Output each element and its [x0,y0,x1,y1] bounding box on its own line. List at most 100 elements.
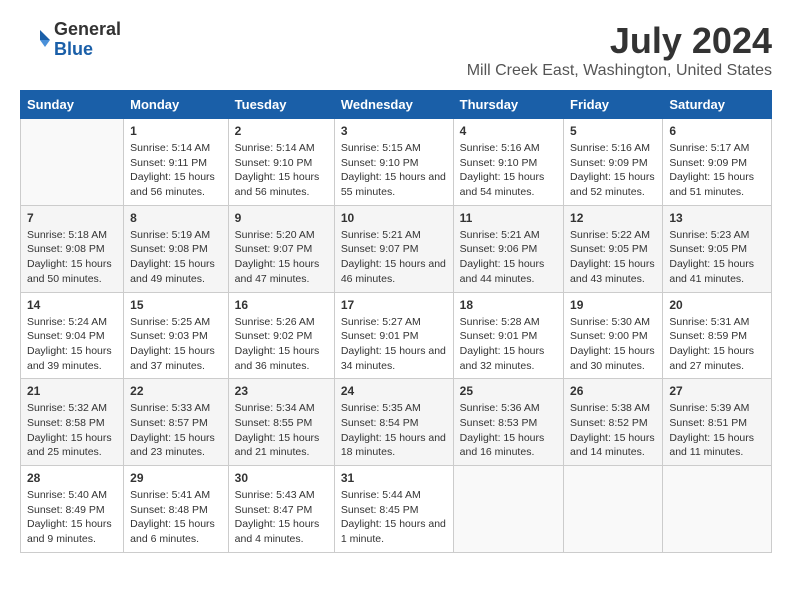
day-number: 3 [341,124,447,138]
column-header-friday: Friday [564,91,663,119]
day-cell: 1 Sunrise: 5:14 AMSunset: 9:11 PMDaylight… [124,119,229,206]
day-info: Sunrise: 5:26 AMSunset: 9:02 PMDaylight:… [235,315,328,374]
day-cell: 17 Sunrise: 5:27 AMSunset: 9:01 PMDayligh… [334,292,453,379]
day-info: Sunrise: 5:20 AMSunset: 9:07 PMDaylight:… [235,228,328,287]
day-info: Sunrise: 5:44 AMSunset: 8:45 PMDaylight:… [341,488,447,547]
day-info: Sunrise: 5:38 AMSunset: 8:52 PMDaylight:… [570,401,656,460]
day-info: Sunrise: 5:31 AMSunset: 8:59 PMDaylight:… [669,315,765,374]
day-cell: 13 Sunrise: 5:23 AMSunset: 9:05 PMDayligh… [663,205,772,292]
day-info: Sunrise: 5:24 AMSunset: 9:04 PMDaylight:… [27,315,117,374]
day-info: Sunrise: 5:30 AMSunset: 9:00 PMDaylight:… [570,315,656,374]
day-info: Sunrise: 5:14 AMSunset: 9:10 PMDaylight:… [235,141,328,200]
day-info: Sunrise: 5:43 AMSunset: 8:47 PMDaylight:… [235,488,328,547]
day-cell: 21Sunrise: 5:32 AMSunset: 8:58 PMDayligh… [21,379,124,466]
day-info: Sunrise: 5:19 AMSunset: 9:08 PMDaylight:… [130,228,222,287]
day-cell [564,466,663,553]
column-header-sunday: Sunday [21,91,124,119]
day-cell: 16 Sunrise: 5:26 AMSunset: 9:02 PMDayligh… [228,292,334,379]
day-number: 26 [570,384,656,398]
day-number: 2 [235,124,328,138]
day-number: 9 [235,211,328,225]
day-cell: 30 Sunrise: 5:43 AMSunset: 8:47 PMDayligh… [228,466,334,553]
day-info: Sunrise: 5:27 AMSunset: 9:01 PMDaylight:… [341,315,447,374]
day-cell: 11Sunrise: 5:21 AMSunset: 9:06 PMDayligh… [453,205,563,292]
day-cell: 15 Sunrise: 5:25 AMSunset: 9:03 PMDayligh… [124,292,229,379]
day-cell: 29 Sunrise: 5:41 AMSunset: 8:48 PMDayligh… [124,466,229,553]
column-header-thursday: Thursday [453,91,563,119]
day-cell: 6 Sunrise: 5:17 AMSunset: 9:09 PMDaylight… [663,119,772,206]
day-number: 29 [130,471,222,485]
day-info: Sunrise: 5:16 AMSunset: 9:09 PMDaylight:… [570,141,656,200]
day-number: 12 [570,211,656,225]
logo-blue: Blue [54,40,121,60]
day-number: 11 [460,211,557,225]
day-number: 31 [341,471,447,485]
day-cell [21,119,124,206]
day-info: Sunrise: 5:16 AMSunset: 9:10 PMDaylight:… [460,141,557,200]
day-cell [663,466,772,553]
day-number: 4 [460,124,557,138]
day-info: Sunrise: 5:22 AMSunset: 9:05 PMDaylight:… [570,228,656,287]
day-info: Sunrise: 5:34 AMSunset: 8:55 PMDaylight:… [235,401,328,460]
day-number: 22 [130,384,222,398]
day-number: 8 [130,211,222,225]
subtitle: Mill Creek East, Washington, United Stat… [467,62,772,80]
day-cell: 25Sunrise: 5:36 AMSunset: 8:53 PMDayligh… [453,379,563,466]
day-number: 10 [341,211,447,225]
main-title: July 2024 [467,20,772,62]
header-row: SundayMondayTuesdayWednesdayThursdayFrid… [21,91,772,119]
day-cell: 12 Sunrise: 5:22 AMSunset: 9:05 PMDayligh… [564,205,663,292]
day-info: Sunrise: 5:14 AMSunset: 9:11 PMDaylight:… [130,141,222,200]
day-number: 25 [460,384,557,398]
day-info: Sunrise: 5:23 AMSunset: 9:05 PMDaylight:… [669,228,765,287]
day-cell: 18Sunrise: 5:28 AMSunset: 9:01 PMDayligh… [453,292,563,379]
day-info: Sunrise: 5:35 AMSunset: 8:54 PMDaylight:… [341,401,447,460]
day-number: 6 [669,124,765,138]
day-number: 17 [341,298,447,312]
day-number: 20 [669,298,765,312]
day-cell: 5 Sunrise: 5:16 AMSunset: 9:09 PMDaylight… [564,119,663,206]
logo-text: General Blue [54,20,121,60]
column-header-tuesday: Tuesday [228,91,334,119]
column-header-wednesday: Wednesday [334,91,453,119]
day-info: Sunrise: 5:25 AMSunset: 9:03 PMDaylight:… [130,315,222,374]
day-cell [453,466,563,553]
day-number: 7 [27,211,117,225]
day-cell: 14 Sunrise: 5:24 AMSunset: 9:04 PMDayligh… [21,292,124,379]
day-number: 1 [130,124,222,138]
day-cell: 22 Sunrise: 5:33 AMSunset: 8:57 PMDayligh… [124,379,229,466]
day-number: 15 [130,298,222,312]
day-cell: 23Sunrise: 5:34 AMSunset: 8:55 PMDayligh… [228,379,334,466]
page-header: General Blue July 2024 Mill Creek East, … [20,20,772,80]
day-number: 30 [235,471,328,485]
day-info: Sunrise: 5:28 AMSunset: 9:01 PMDaylight:… [460,315,557,374]
column-header-saturday: Saturday [663,91,772,119]
day-number: 5 [570,124,656,138]
week-row-3: 14 Sunrise: 5:24 AMSunset: 9:04 PMDayligh… [21,292,772,379]
day-number: 28 [27,471,117,485]
day-number: 19 [570,298,656,312]
day-info: Sunrise: 5:17 AMSunset: 9:09 PMDaylight:… [669,141,765,200]
day-number: 13 [669,211,765,225]
logo-general: General [54,20,121,40]
day-info: Sunrise: 5:41 AMSunset: 8:48 PMDaylight:… [130,488,222,547]
day-cell: 8 Sunrise: 5:19 AMSunset: 9:08 PMDaylight… [124,205,229,292]
day-info: Sunrise: 5:21 AMSunset: 9:07 PMDaylight:… [341,228,447,287]
day-info: Sunrise: 5:32 AMSunset: 8:58 PMDaylight:… [27,401,117,460]
day-info: Sunrise: 5:40 AMSunset: 8:49 PMDaylight:… [27,488,117,547]
day-cell: 2 Sunrise: 5:14 AMSunset: 9:10 PMDaylight… [228,119,334,206]
day-number: 24 [341,384,447,398]
day-cell: 24 Sunrise: 5:35 AMSunset: 8:54 PMDayligh… [334,379,453,466]
calendar-table: SundayMondayTuesdayWednesdayThursdayFrid… [20,90,772,553]
day-number: 14 [27,298,117,312]
day-cell: 31 Sunrise: 5:44 AMSunset: 8:45 PMDayligh… [334,466,453,553]
logo-icon [20,25,50,55]
day-info: Sunrise: 5:18 AMSunset: 9:08 PMDaylight:… [27,228,117,287]
day-info: Sunrise: 5:33 AMSunset: 8:57 PMDaylight:… [130,401,222,460]
title-area: July 2024 Mill Creek East, Washington, U… [467,20,772,80]
day-number: 16 [235,298,328,312]
day-cell: 19 Sunrise: 5:30 AMSunset: 9:00 PMDayligh… [564,292,663,379]
day-cell: 4 Sunrise: 5:16 AMSunset: 9:10 PMDaylight… [453,119,563,206]
day-cell: 26 Sunrise: 5:38 AMSunset: 8:52 PMDayligh… [564,379,663,466]
day-cell: 7 Sunrise: 5:18 AMSunset: 9:08 PMDaylight… [21,205,124,292]
